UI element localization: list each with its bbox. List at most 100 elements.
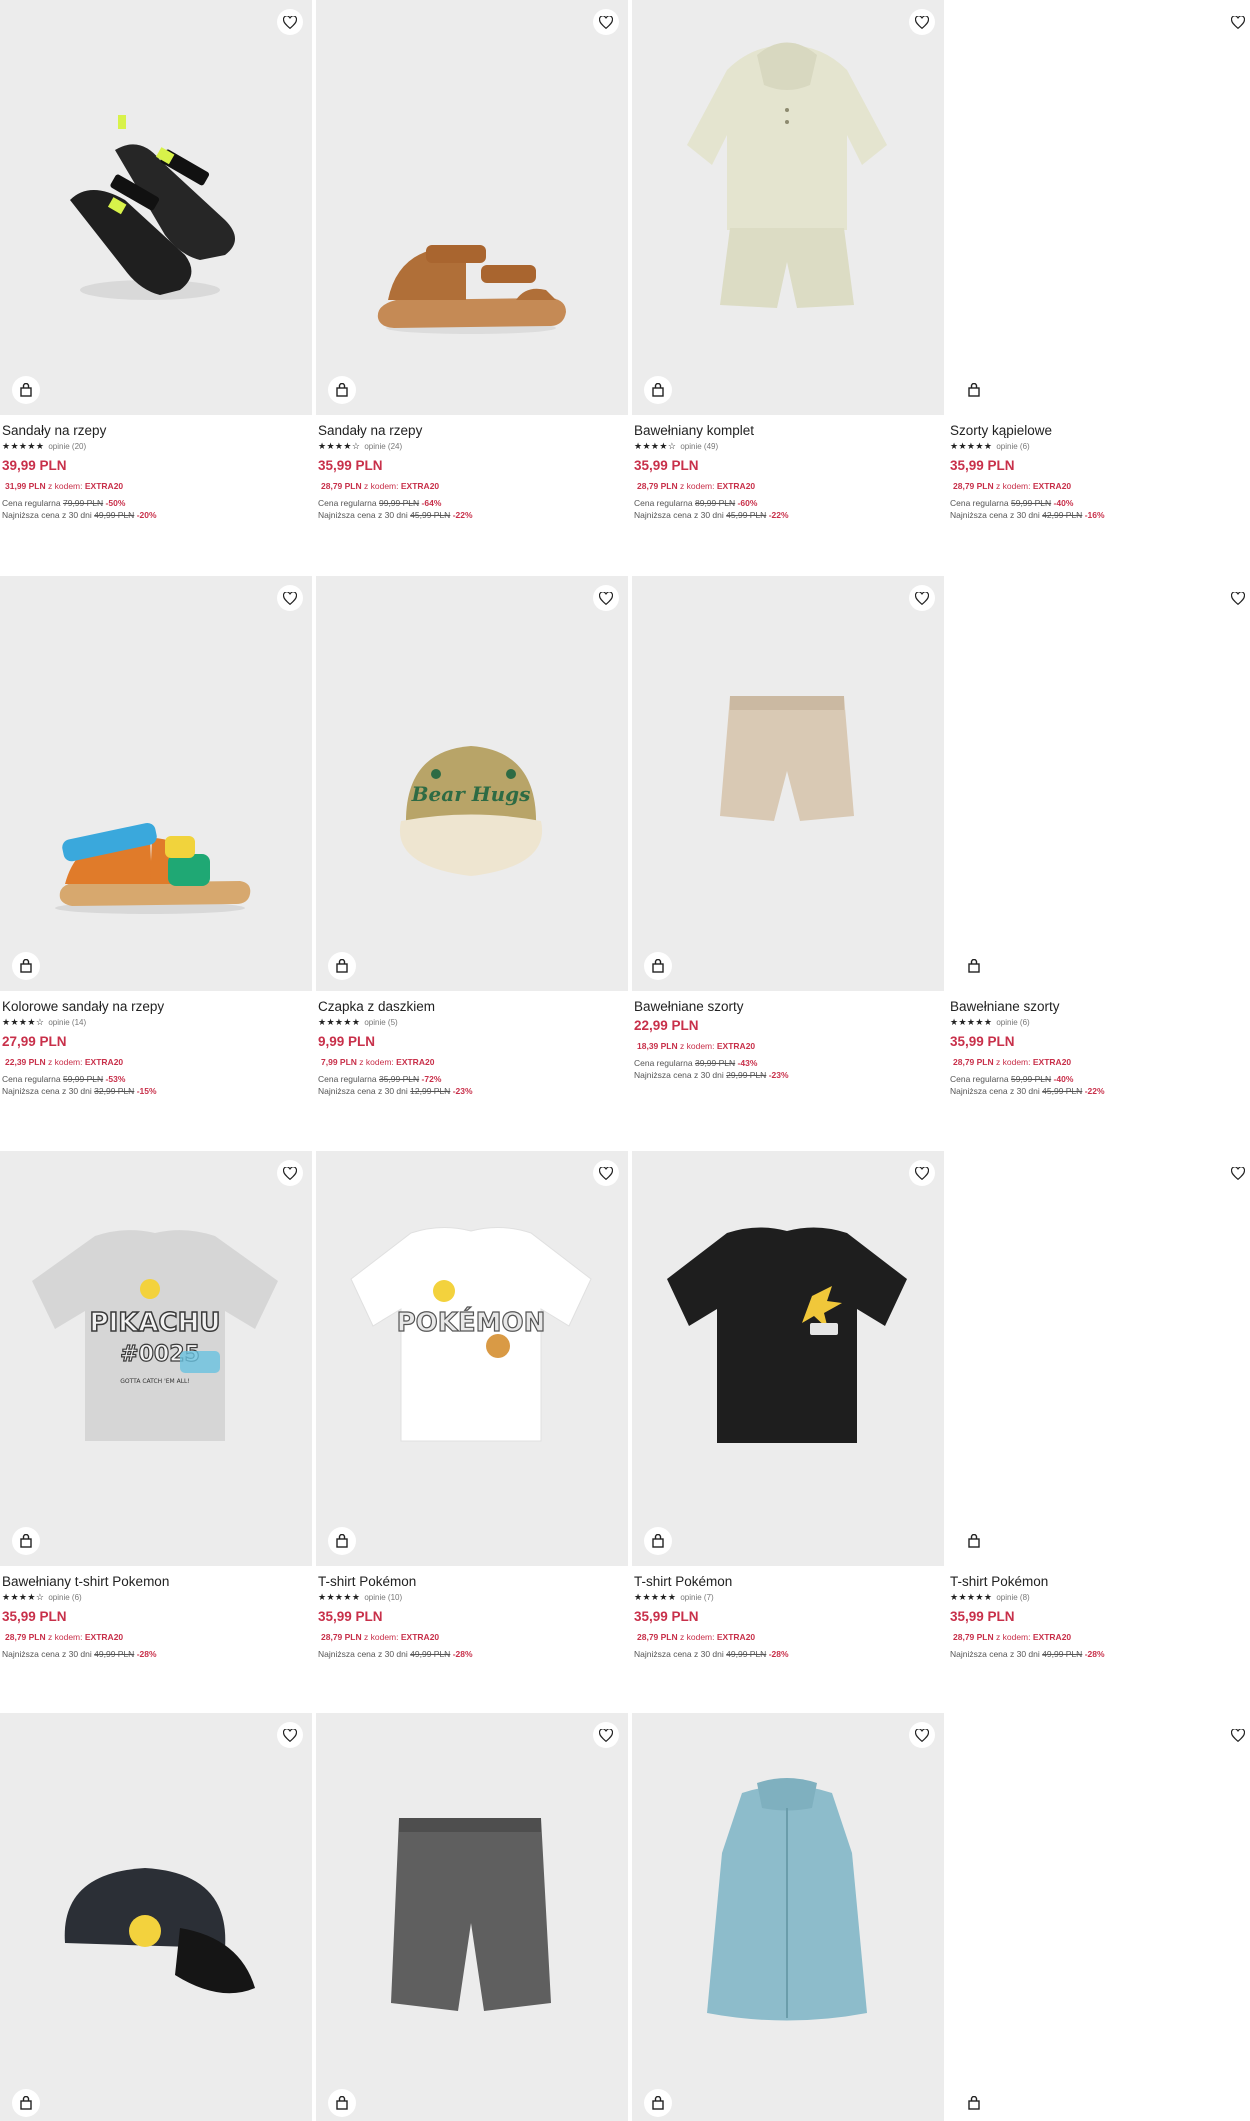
shopping-bag-icon[interactable] bbox=[12, 376, 40, 404]
sandals-image bbox=[377, 245, 566, 334]
product-name[interactable]: Bawełniany komplet bbox=[634, 423, 942, 439]
product-image[interactable] bbox=[632, 1151, 944, 1566]
shopping-bag-icon[interactable] bbox=[12, 2089, 40, 2117]
cotton-set-image bbox=[687, 42, 887, 308]
shopping-bag-icon[interactable] bbox=[328, 2089, 356, 2117]
heart-icon[interactable] bbox=[1225, 585, 1250, 611]
product-card[interactable]: PIKACHU #0025 GOTTA CATCH 'EM ALL! Baweł… bbox=[0, 1151, 312, 1660]
review-count: opinie (5) bbox=[364, 1018, 398, 1027]
product-name[interactable]: Sandały na rzepy bbox=[318, 423, 626, 439]
product-name[interactable]: T-shirt Pokémon bbox=[950, 1574, 1250, 1590]
product-card[interactable]: Bawełniane szorty ★★★★★ opinie (6) 35,99 … bbox=[948, 576, 1250, 1097]
heart-icon[interactable] bbox=[593, 1160, 619, 1186]
heart-icon[interactable] bbox=[909, 1722, 935, 1748]
shopping-bag-icon[interactable] bbox=[960, 952, 988, 980]
heart-icon[interactable] bbox=[909, 585, 935, 611]
product-card[interactable] bbox=[632, 1713, 944, 2121]
heart-icon[interactable] bbox=[1225, 1160, 1250, 1186]
product-image[interactable] bbox=[316, 0, 628, 415]
lowest-price: Najniższa cena z 30 dni 49,99 PLN -28% bbox=[318, 1649, 473, 1659]
product-card[interactable] bbox=[0, 1713, 312, 2121]
promo-code-price: 18,39 PLN z kodem: EXTRA20 bbox=[637, 1041, 756, 1051]
product-image[interactable] bbox=[948, 576, 1250, 991]
product-card[interactable]: Kolorowe sandały na rzepy ★★★★☆ opinie (1… bbox=[0, 576, 312, 1097]
shopping-bag-icon[interactable] bbox=[644, 376, 672, 404]
shopping-bag-icon[interactable] bbox=[328, 1527, 356, 1555]
promo-code-price: 28,79 PLN z kodem: EXTRA20 bbox=[637, 481, 756, 491]
shopping-bag-icon[interactable] bbox=[12, 952, 40, 980]
regular-price: Cena regularna 39,99 PLN -43% bbox=[634, 1058, 758, 1068]
product-image[interactable]: POKÉMON bbox=[316, 1151, 628, 1566]
shopping-bag-icon[interactable] bbox=[960, 2089, 988, 2117]
product-card[interactable]: Bear Hugs Czapka z daszkiem ★★★★★ opinie … bbox=[316, 576, 628, 1097]
product-image[interactable]: Bear Hugs bbox=[316, 576, 628, 991]
product-image[interactable] bbox=[0, 576, 312, 991]
shopping-bag-icon[interactable] bbox=[12, 1527, 40, 1555]
promo-code-price: 28,79 PLN z kodem: EXTRA20 bbox=[637, 1632, 756, 1642]
product-card[interactable]: Sandały na rzepy ★★★★☆ opinie (24) 35,99 … bbox=[316, 0, 628, 521]
lowest-price: Najniższa cena z 30 dni 12,99 PLN -23% bbox=[318, 1086, 473, 1096]
heart-icon[interactable] bbox=[909, 9, 935, 35]
shopping-bag-icon[interactable] bbox=[960, 1527, 988, 1555]
product-card[interactable]: T-shirt Pokémon ★★★★★ opinie (8) 35,99 PL… bbox=[948, 1151, 1250, 1660]
rating: ★★★★★ opinie (20) bbox=[2, 441, 310, 452]
product-card[interactable]: POKÉMON T-shirt Pokémon ★★★★★ opinie (10)… bbox=[316, 1151, 628, 1660]
product-name[interactable]: Czapka z daszkiem bbox=[318, 999, 626, 1015]
shopping-bag-icon[interactable] bbox=[328, 376, 356, 404]
heart-icon[interactable] bbox=[909, 1160, 935, 1186]
heart-icon[interactable] bbox=[593, 585, 619, 611]
product-image[interactable]: PIKACHU #0025 GOTTA CATCH 'EM ALL! bbox=[0, 1151, 312, 1566]
product-image[interactable] bbox=[948, 1713, 1250, 2121]
product-image[interactable] bbox=[632, 0, 944, 415]
heart-icon[interactable] bbox=[1225, 1722, 1250, 1748]
regular-price: Cena regularna 59,99 PLN -40% bbox=[950, 498, 1074, 508]
rating: ★★★★★ opinie (6) bbox=[950, 441, 1250, 452]
product-card[interactable]: T-shirt Pokémon ★★★★★ opinie (7) 35,99 PL… bbox=[632, 1151, 944, 1660]
product-image[interactable] bbox=[632, 576, 944, 991]
product-name[interactable]: Szorty kąpielowe bbox=[950, 423, 1250, 439]
product-card[interactable] bbox=[316, 1713, 628, 2121]
colorful-sandals-image bbox=[55, 822, 251, 914]
product-name[interactable]: T-shirt Pokémon bbox=[634, 1574, 942, 1590]
heart-icon[interactable] bbox=[277, 1722, 303, 1748]
heart-icon[interactable] bbox=[593, 9, 619, 35]
product-name[interactable]: Kolorowe sandały na rzepy bbox=[2, 999, 310, 1015]
product-card[interactable]: Sandały na rzepy ★★★★★ opinie (20) 39,99 … bbox=[0, 0, 312, 521]
shopping-bag-icon[interactable] bbox=[960, 376, 988, 404]
promo-code-price: 28,79 PLN z kodem: EXTRA20 bbox=[953, 481, 1072, 491]
shopping-bag-icon[interactable] bbox=[644, 952, 672, 980]
stars: ★★★★★ bbox=[318, 1592, 361, 1602]
review-count: opinie (6) bbox=[996, 442, 1030, 451]
product-name[interactable]: Bawełniane szorty bbox=[634, 999, 942, 1015]
product-image[interactable] bbox=[948, 0, 1250, 415]
shopping-bag-icon[interactable] bbox=[328, 952, 356, 980]
product-name[interactable]: Sandały na rzepy bbox=[2, 423, 310, 439]
product-card[interactable]: Bawełniane szorty 22,99 PLN 18,39 PLN z … bbox=[632, 576, 944, 1081]
product-image[interactable] bbox=[632, 1713, 944, 2121]
product-price: 22,99 PLN bbox=[634, 1018, 699, 1033]
product-image[interactable] bbox=[948, 1151, 1250, 1566]
promo-code-price: 28,79 PLN z kodem: EXTRA20 bbox=[321, 481, 440, 491]
heart-icon[interactable] bbox=[277, 585, 303, 611]
product-card[interactable]: Bawełniany komplet ★★★★☆ opinie (49) 35,9… bbox=[632, 0, 944, 521]
heart-icon[interactable] bbox=[593, 1722, 619, 1748]
product-card[interactable] bbox=[948, 1713, 1250, 2121]
heart-icon[interactable] bbox=[277, 1160, 303, 1186]
promo-code-price: 7,99 PLN z kodem: EXTRA20 bbox=[321, 1057, 435, 1067]
review-count: opinie (10) bbox=[364, 1593, 403, 1602]
product-card[interactable]: Szorty kąpielowe ★★★★★ opinie (6) 35,99 P… bbox=[948, 0, 1250, 521]
denim-shorts-image bbox=[391, 1818, 551, 2011]
product-image[interactable] bbox=[316, 1713, 628, 2121]
heart-icon[interactable] bbox=[1225, 9, 1250, 35]
shopping-bag-icon[interactable] bbox=[644, 2089, 672, 2117]
product-price: 35,99 PLN bbox=[318, 1609, 383, 1624]
product-name[interactable]: T-shirt Pokémon bbox=[318, 1574, 626, 1590]
product-image[interactable] bbox=[0, 1713, 312, 2121]
product-image[interactable] bbox=[0, 0, 312, 415]
shopping-bag-icon[interactable] bbox=[644, 1527, 672, 1555]
promo-code-price: 28,79 PLN z kodem: EXTRA20 bbox=[321, 1632, 440, 1642]
product-name[interactable]: Bawełniany t-shirt Pokemon bbox=[2, 1574, 310, 1590]
rating: ★★★★★ opinie (10) bbox=[318, 1592, 626, 1603]
heart-icon[interactable] bbox=[277, 9, 303, 35]
product-name[interactable]: Bawełniane szorty bbox=[950, 999, 1250, 1015]
